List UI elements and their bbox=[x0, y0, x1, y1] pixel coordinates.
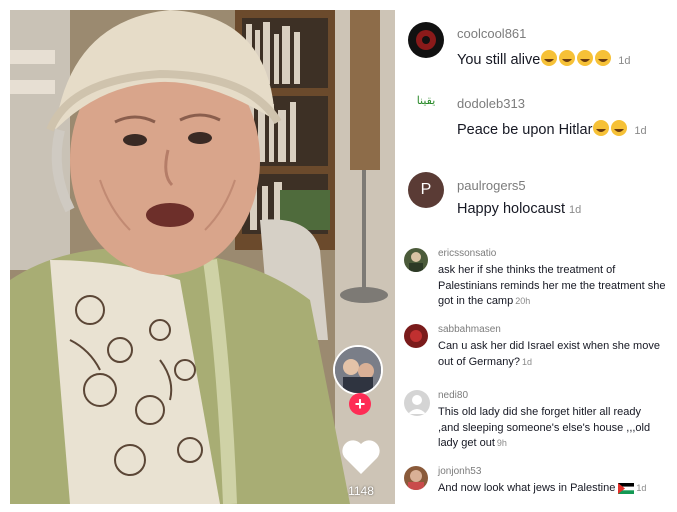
creator-avatar-button[interactable] bbox=[333, 345, 383, 395]
comment-text: Peace be upon Hitlar 1d bbox=[457, 119, 647, 143]
rofl-emoji-icon bbox=[592, 119, 630, 143]
comment-item[interactable]: coolcool861 You still alive 1d bbox=[400, 16, 671, 76]
avatar-image bbox=[410, 330, 422, 342]
comment-text: And now look what jews in Palestine 1d bbox=[438, 481, 646, 500]
comment-time: 20h bbox=[515, 296, 531, 306]
avatar-image bbox=[409, 252, 423, 272]
comment-body: Peace be upon Hitlar bbox=[457, 122, 593, 138]
comment-username[interactable]: coolcool861 bbox=[457, 26, 526, 41]
comment-text: This old lady did she forget hitler all … bbox=[438, 405, 663, 452]
comment-time: 1d bbox=[569, 204, 582, 216]
user-avatar[interactable]: يقينا bbox=[408, 90, 444, 126]
user-avatar[interactable] bbox=[404, 324, 428, 348]
comment-time: 1d bbox=[634, 125, 647, 137]
avatar-image bbox=[416, 30, 436, 50]
comment-username[interactable]: jonjonh53 bbox=[438, 466, 481, 477]
comment-body: This old lady did she forget hitler all … bbox=[438, 406, 651, 449]
comment-username[interactable]: ericssonsatio bbox=[438, 248, 496, 259]
comment-time: 1d bbox=[618, 55, 631, 67]
comment-username[interactable]: dodoleb313 bbox=[457, 96, 525, 111]
comment-username[interactable]: sabbahmasen bbox=[438, 324, 501, 335]
palestine-flag-icon bbox=[618, 483, 635, 500]
comment-time: 1d bbox=[636, 483, 647, 493]
comment-time: 9h bbox=[496, 438, 507, 448]
user-avatar[interactable] bbox=[404, 390, 430, 416]
user-avatar[interactable] bbox=[404, 248, 428, 272]
comment-item[interactable]: sabbahmasen Can u ask her did Israel exi… bbox=[400, 320, 671, 384]
comment-body: And now look what jews in Palestine bbox=[438, 482, 616, 494]
like-count: 1148 bbox=[348, 484, 374, 498]
comment-text: ask her if she thinks the treatment of P… bbox=[438, 263, 668, 310]
comment-item[interactable]: jonjonh53 And now look what jews in Pale… bbox=[400, 462, 671, 504]
comment-item[interactable]: nedi80 This old lady did she forget hitl… bbox=[400, 386, 671, 462]
comment-item[interactable]: P paulrogers5 Happy holocaust 1d bbox=[400, 166, 671, 230]
comment-item[interactable]: يقينا dodoleb313 Peace be upon Hitlar 1d bbox=[400, 88, 671, 152]
comment-body: ask her if she thinks the treatment of P… bbox=[438, 264, 666, 307]
comment-body: Happy holocaust bbox=[457, 201, 566, 217]
comments-panel[interactable]: coolcool861 You still alive 1d يقينا dodo… bbox=[400, 10, 671, 504]
follow-plus-icon[interactable]: + bbox=[349, 393, 371, 415]
comment-time: 1d bbox=[521, 356, 532, 367]
default-avatar-icon bbox=[408, 395, 426, 414]
heart-icon[interactable] bbox=[340, 438, 382, 476]
laughing-emoji-icon bbox=[540, 49, 614, 73]
comment-username[interactable]: nedi80 bbox=[438, 390, 468, 401]
avatar-image bbox=[408, 470, 424, 490]
video-frame bbox=[10, 10, 395, 504]
comment-body: Can u ask her did Israel exist when she … bbox=[438, 340, 660, 368]
comment-text: You still alive 1d bbox=[457, 49, 631, 73]
comment-item[interactable]: ericssonsatio ask her if she thinks the … bbox=[400, 244, 671, 322]
comment-body: You still alive bbox=[457, 52, 541, 68]
comment-text: Can u ask her did Israel exist when she … bbox=[438, 339, 668, 370]
user-avatar[interactable] bbox=[408, 22, 444, 58]
creator-avatar-image bbox=[335, 347, 381, 393]
user-avatar[interactable]: P bbox=[408, 172, 444, 208]
avatar-arabic-text: يقينا bbox=[416, 95, 436, 107]
user-avatar[interactable] bbox=[404, 466, 428, 490]
comment-text: Happy holocaust 1d bbox=[457, 200, 581, 220]
avatar-letter: P bbox=[420, 181, 432, 198]
comment-username[interactable]: paulrogers5 bbox=[457, 178, 526, 193]
video-player[interactable]: + 1148 bbox=[10, 10, 395, 504]
